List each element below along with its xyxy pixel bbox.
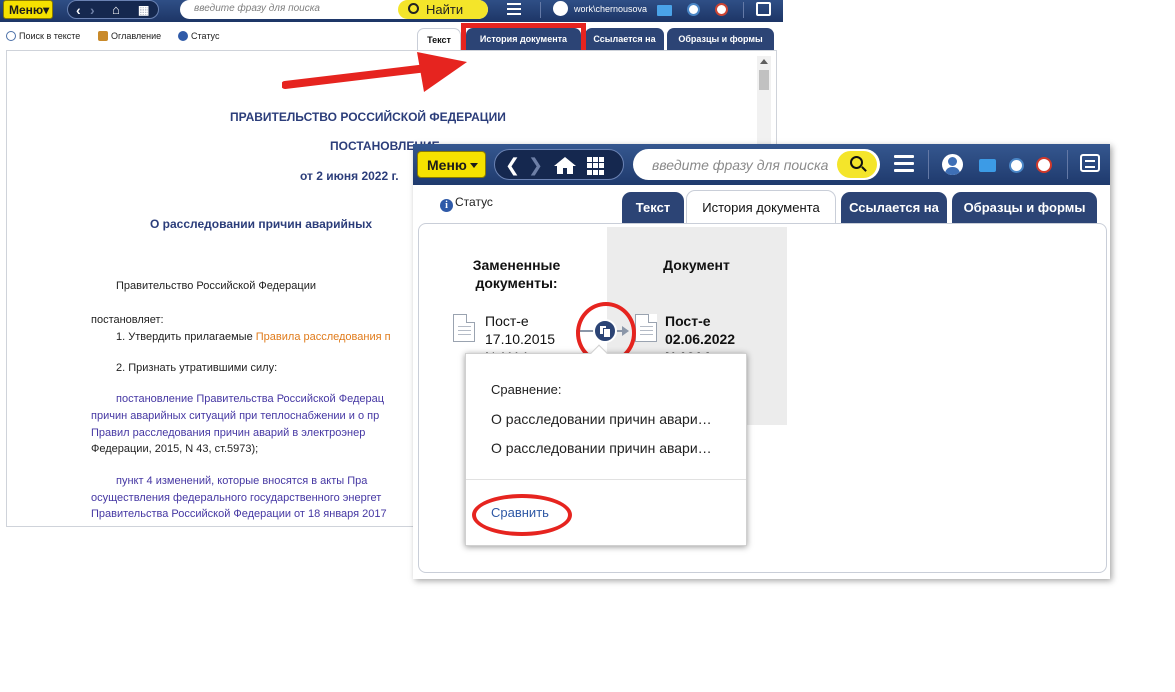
compare-item[interactable]: О расследовании причин авари… xyxy=(491,440,712,456)
folder-icon[interactable] xyxy=(979,159,996,172)
book-icon xyxy=(98,31,108,41)
magnifier-icon xyxy=(6,31,16,41)
divider xyxy=(1067,150,1068,179)
nav-pill: ‹ › ⌂ ▦ xyxy=(67,0,159,19)
forward-icon[interactable]: ❯ xyxy=(528,155,543,176)
hamburger-icon[interactable] xyxy=(894,155,914,176)
status-button[interactable]: i Статус xyxy=(440,195,493,212)
document-icon[interactable] xyxy=(635,314,657,342)
divider xyxy=(466,479,746,480)
replaced-docs-header: Замененные документы: xyxy=(472,257,561,291)
top-toolbar: Меню ❮ ❯ введите фразу для поиска xyxy=(413,144,1110,185)
menu-button[interactable]: Меню xyxy=(417,151,486,178)
back-icon[interactable]: ‹ xyxy=(76,1,81,19)
menu-label: Меню xyxy=(427,157,467,173)
compare-item[interactable]: О расследовании причин авари… xyxy=(491,411,712,427)
nav-pill: ❮ ❯ xyxy=(494,149,624,180)
grid-icon[interactable]: ▦ xyxy=(138,1,149,19)
popup-title: Сравнение: xyxy=(491,382,562,397)
timer-icon[interactable] xyxy=(1036,157,1052,173)
search-in-text-label: Поиск в тексте xyxy=(19,31,81,41)
doc-paragraph: Федерации, 2015, N 43, ст.5973); xyxy=(91,443,259,455)
user-avatar-icon[interactable] xyxy=(942,154,963,175)
highlight-oval xyxy=(472,494,572,536)
search-button-label: Найти xyxy=(426,2,464,17)
contents-button[interactable]: Оглавление xyxy=(98,31,161,41)
divider xyxy=(540,2,541,18)
search-button[interactable]: Найти xyxy=(398,0,488,19)
doc-heading-date: от 2 июня 2022 г. xyxy=(300,169,399,183)
doc-link-decree[interactable]: причин аварийных ситуаций при теплоснабж… xyxy=(91,410,379,422)
tab-text[interactable]: Текст xyxy=(417,28,461,50)
home-icon[interactable]: ⌂ xyxy=(112,1,120,19)
message-icon[interactable] xyxy=(756,2,771,16)
doc-link-amendments[interactable]: осуществления федерального государственн… xyxy=(91,492,381,504)
scrollbar-thumb[interactable] xyxy=(759,70,769,90)
history-clock-icon[interactable] xyxy=(1009,158,1024,173)
foreground-window: Меню ❮ ❯ введите фразу для поиска i Стату… xyxy=(413,144,1110,579)
forward-icon[interactable]: › xyxy=(90,1,95,19)
back-icon[interactable]: ❮ xyxy=(505,155,520,176)
doc-link-amendments[interactable]: пункт 4 изменений, которые вносятся в ак… xyxy=(116,475,367,487)
screenshot-stage: Меню▾ ‹ › ⌂ ▦ введите фразу для поиска Н… xyxy=(0,0,1175,692)
grid-icon[interactable] xyxy=(587,157,605,175)
search-in-text-button[interactable]: Поиск в тексте xyxy=(6,31,80,41)
tab-references[interactable]: Ссылается на xyxy=(585,28,664,50)
menu-button[interactable]: Меню▾ xyxy=(3,0,53,19)
home-icon[interactable] xyxy=(554,157,576,174)
timer-icon[interactable] xyxy=(715,3,728,16)
search-placeholder: введите фразу для поиска xyxy=(194,3,320,14)
folder-icon[interactable] xyxy=(657,5,672,16)
doc-paragraph: 1. Утвердить прилагаемые Правила расслед… xyxy=(116,331,391,343)
user-name[interactable]: work\chernousova xyxy=(574,4,647,14)
chevron-down-icon xyxy=(469,163,478,168)
tab-templates-forms[interactable]: Образцы и формы xyxy=(952,192,1097,223)
doc-link-decree[interactable]: постановление Правительства Российской Ф… xyxy=(116,393,384,405)
doc-link-rules[interactable]: Правила расследования п xyxy=(256,331,391,343)
doc-heading-gov: ПРАВИТЕЛЬСТВО РОССИЙСКОЙ ФЕДЕРАЦИИ xyxy=(230,110,506,124)
compare-popup: Сравнение: О расследовании причин авари…… xyxy=(465,344,747,546)
tab-templates-forms[interactable]: Образцы и формы xyxy=(667,28,774,50)
search-button[interactable] xyxy=(837,151,877,178)
status-label: Статус xyxy=(455,195,493,209)
doc-link-amendments[interactable]: Правительства Российской Федерации от 18… xyxy=(91,508,387,520)
top-toolbar: Меню▾ ‹ › ⌂ ▦ введите фразу для поиска Н… xyxy=(0,0,783,22)
annotation-arrow-icon xyxy=(282,52,467,92)
scroll-up-icon[interactable] xyxy=(760,59,768,64)
status-button[interactable]: Статус xyxy=(178,31,219,41)
user-avatar-icon[interactable] xyxy=(553,1,568,16)
contents-label: Оглавление xyxy=(111,31,162,41)
history-clock-icon[interactable] xyxy=(687,3,700,16)
divider xyxy=(928,150,929,179)
doc-paragraph: Правительство Российской Федерации xyxy=(116,280,316,292)
menu-label: Меню xyxy=(9,3,44,17)
document-toolbar: Поиск в тексте Оглавление Статус xyxy=(0,26,783,50)
hamburger-icon[interactable] xyxy=(507,3,521,18)
status-label: Статус xyxy=(191,31,220,41)
tab-document-history[interactable]: История документа xyxy=(686,190,836,224)
info-icon xyxy=(178,31,188,41)
doc-link-decree[interactable]: Правил расследования причин аварий в эле… xyxy=(91,427,365,439)
tab-text[interactable]: Текст xyxy=(622,192,684,223)
document-header: Документ xyxy=(663,257,730,273)
divider xyxy=(743,2,744,18)
doc-paragraph: постановляет: xyxy=(91,314,164,326)
document-icon[interactable] xyxy=(453,314,475,342)
doc-heading-title: О расследовании причин аварийных xyxy=(150,217,373,231)
search-icon xyxy=(408,3,419,14)
search-placeholder: введите фразу для поиска xyxy=(652,157,829,173)
tab-references[interactable]: Ссылается на xyxy=(841,192,947,223)
doc-paragraph: 2. Признать утратившими силу: xyxy=(116,362,278,374)
message-icon[interactable] xyxy=(1080,154,1100,172)
info-icon: i xyxy=(440,199,453,212)
